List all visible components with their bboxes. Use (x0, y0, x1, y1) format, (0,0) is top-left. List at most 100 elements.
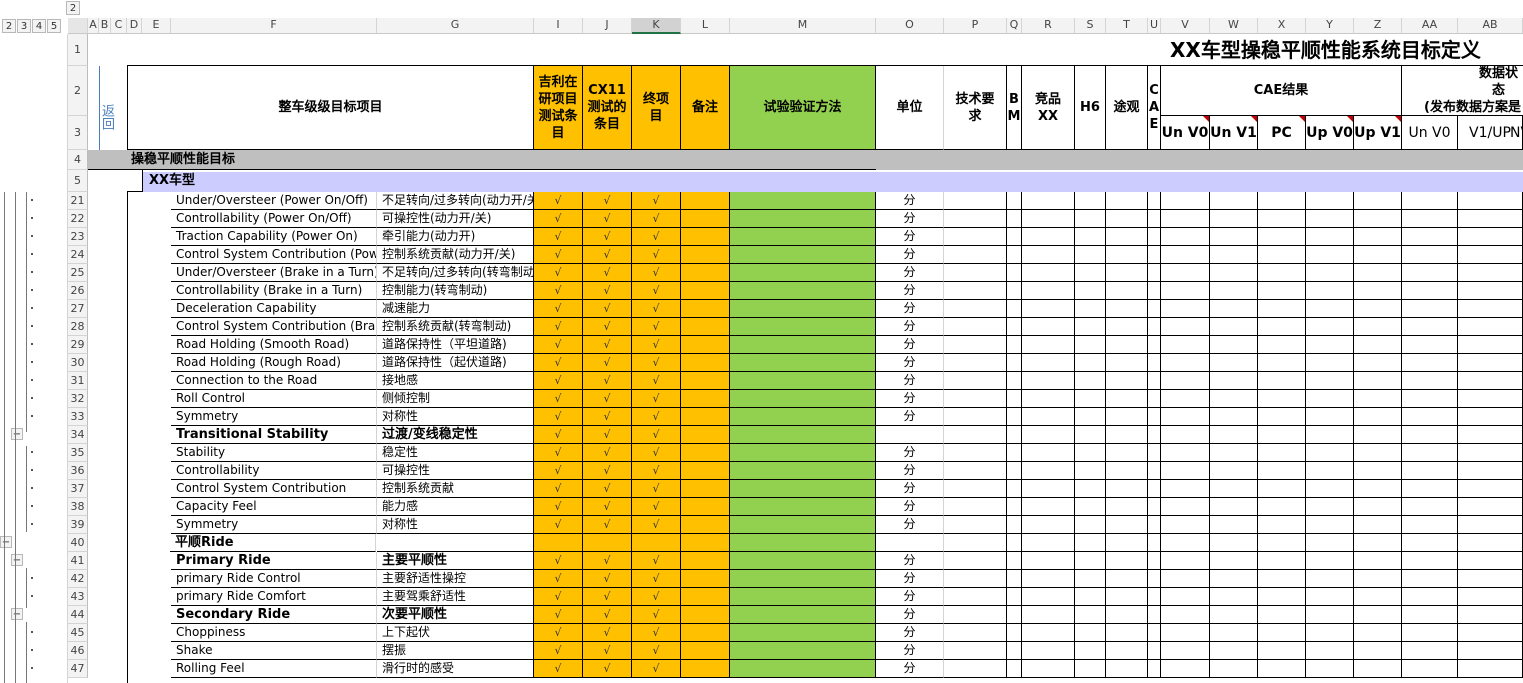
item-cn-cell[interactable]: 摆振 (377, 642, 534, 660)
row-header-33[interactable]: 33 (68, 408, 88, 426)
outline-collapse-button[interactable]: − (11, 554, 23, 566)
check-cell[interactable]: √ (583, 336, 632, 354)
check-cell[interactable]: √ (632, 372, 681, 390)
data-cell-AB[interactable] (1458, 480, 1523, 498)
data-cell-V[interactable] (1161, 336, 1210, 354)
data-cell-R[interactable] (1022, 498, 1075, 516)
data-cell-X[interactable] (1258, 462, 1306, 480)
data-cell-Q[interactable] (1007, 264, 1022, 282)
data-cell-W[interactable] (1210, 246, 1258, 264)
column-header-F[interactable]: F (171, 18, 377, 34)
data-cell-V[interactable] (1161, 462, 1210, 480)
data-cell-V[interactable] (1161, 210, 1210, 228)
column-header-X[interactable]: X (1258, 18, 1306, 34)
data-cell-AB[interactable] (1458, 462, 1523, 480)
data-cell-X[interactable] (1258, 552, 1306, 570)
data-cell-V[interactable] (1161, 390, 1210, 408)
check-cell[interactable]: √ (534, 408, 583, 426)
data-cell-P[interactable] (944, 264, 1007, 282)
check-cell[interactable]: √ (534, 606, 583, 624)
data-cell-AB[interactable] (1458, 264, 1523, 282)
data-cell-U[interactable] (1148, 336, 1161, 354)
data-cell-Z[interactable] (1354, 660, 1402, 678)
unit-cell[interactable]: 分 (876, 390, 944, 408)
data-cell-V[interactable] (1161, 408, 1210, 426)
remark-cell[interactable] (681, 426, 730, 444)
data-cell-Z[interactable] (1354, 300, 1402, 318)
remark-cell[interactable] (681, 282, 730, 300)
method-cell[interactable] (730, 642, 876, 660)
data-cell-AA[interactable] (1402, 444, 1458, 462)
data-cell-Z[interactable] (1354, 192, 1402, 210)
data-cell-V[interactable] (1161, 444, 1210, 462)
data-cell-AA[interactable] (1402, 336, 1458, 354)
data-cell-W[interactable] (1210, 264, 1258, 282)
data-cell-X[interactable] (1258, 426, 1306, 444)
data-cell-T[interactable] (1106, 660, 1148, 678)
data-cell-AA[interactable] (1402, 498, 1458, 516)
item-cn-cell[interactable]: 对称性 (377, 408, 534, 426)
remark-cell[interactable] (681, 552, 730, 570)
check-cell[interactable]: √ (583, 408, 632, 426)
data-cell-T[interactable] (1106, 408, 1148, 426)
data-cell-R[interactable] (1022, 462, 1075, 480)
check-cell[interactable]: √ (534, 498, 583, 516)
remark-cell[interactable] (681, 480, 730, 498)
data-cell-T[interactable] (1106, 462, 1148, 480)
data-cell-R[interactable] (1022, 534, 1075, 552)
unit-cell[interactable]: 分 (876, 570, 944, 588)
data-cell-Z[interactable] (1354, 264, 1402, 282)
item-en-cell[interactable]: Symmetry (171, 516, 377, 534)
data-cell-S[interactable] (1075, 588, 1106, 606)
data-cell-AA[interactable] (1402, 624, 1458, 642)
check-cell[interactable]: √ (583, 642, 632, 660)
data-cell-U[interactable] (1148, 228, 1161, 246)
remark-cell[interactable] (681, 300, 730, 318)
data-cell-Y[interactable] (1306, 390, 1354, 408)
method-cell[interactable] (730, 606, 876, 624)
data-cell-T[interactable] (1106, 480, 1148, 498)
row-header-47[interactable]: 47 (68, 660, 88, 678)
data-cell-S[interactable] (1075, 336, 1106, 354)
remark-cell[interactable] (681, 462, 730, 480)
unit-cell[interactable]: 分 (876, 660, 944, 678)
outline-collapse-button[interactable]: − (0, 536, 12, 548)
data-cell-U[interactable] (1148, 264, 1161, 282)
data-cell-P[interactable] (944, 192, 1007, 210)
item-en-cell[interactable]: Road Holding (Smooth Road) (171, 336, 377, 354)
data-cell-S[interactable] (1075, 444, 1106, 462)
check-cell[interactable]: √ (632, 282, 681, 300)
data-cell-P[interactable] (944, 228, 1007, 246)
check-cell[interactable]: √ (534, 516, 583, 534)
unit-cell[interactable]: 分 (876, 480, 944, 498)
data-cell-AB[interactable] (1458, 444, 1523, 462)
data-cell-Y[interactable] (1306, 408, 1354, 426)
data-cell-Q[interactable] (1007, 534, 1022, 552)
check-cell[interactable]: √ (534, 570, 583, 588)
remark-cell[interactable] (681, 372, 730, 390)
check-cell[interactable]: √ (632, 570, 681, 588)
check-cell[interactable]: √ (632, 390, 681, 408)
data-cell-Q[interactable] (1007, 552, 1022, 570)
data-cell-U[interactable] (1148, 246, 1161, 264)
data-cell-X[interactable] (1258, 354, 1306, 372)
data-cell-Y[interactable] (1306, 642, 1354, 660)
item-en-cell[interactable]: Controllability (Brake in a Turn) (171, 282, 377, 300)
data-cell-AB[interactable] (1458, 336, 1523, 354)
check-cell[interactable]: √ (534, 192, 583, 210)
data-cell-AB[interactable] (1458, 210, 1523, 228)
check-cell[interactable]: √ (583, 228, 632, 246)
data-cell-AA[interactable] (1402, 264, 1458, 282)
data-cell-Z[interactable] (1354, 570, 1402, 588)
data-cell-Y[interactable] (1306, 318, 1354, 336)
data-cell-W[interactable] (1210, 642, 1258, 660)
data-cell-T[interactable] (1106, 264, 1148, 282)
data-cell-Y[interactable] (1306, 264, 1354, 282)
data-cell-AB[interactable] (1458, 354, 1523, 372)
row-header-41[interactable]: 41 (68, 552, 88, 570)
item-en-cell[interactable]: Stability (171, 444, 377, 462)
data-cell-P[interactable] (944, 408, 1007, 426)
data-cell-S[interactable] (1075, 300, 1106, 318)
remark-cell[interactable] (681, 516, 730, 534)
remark-cell[interactable] (681, 390, 730, 408)
